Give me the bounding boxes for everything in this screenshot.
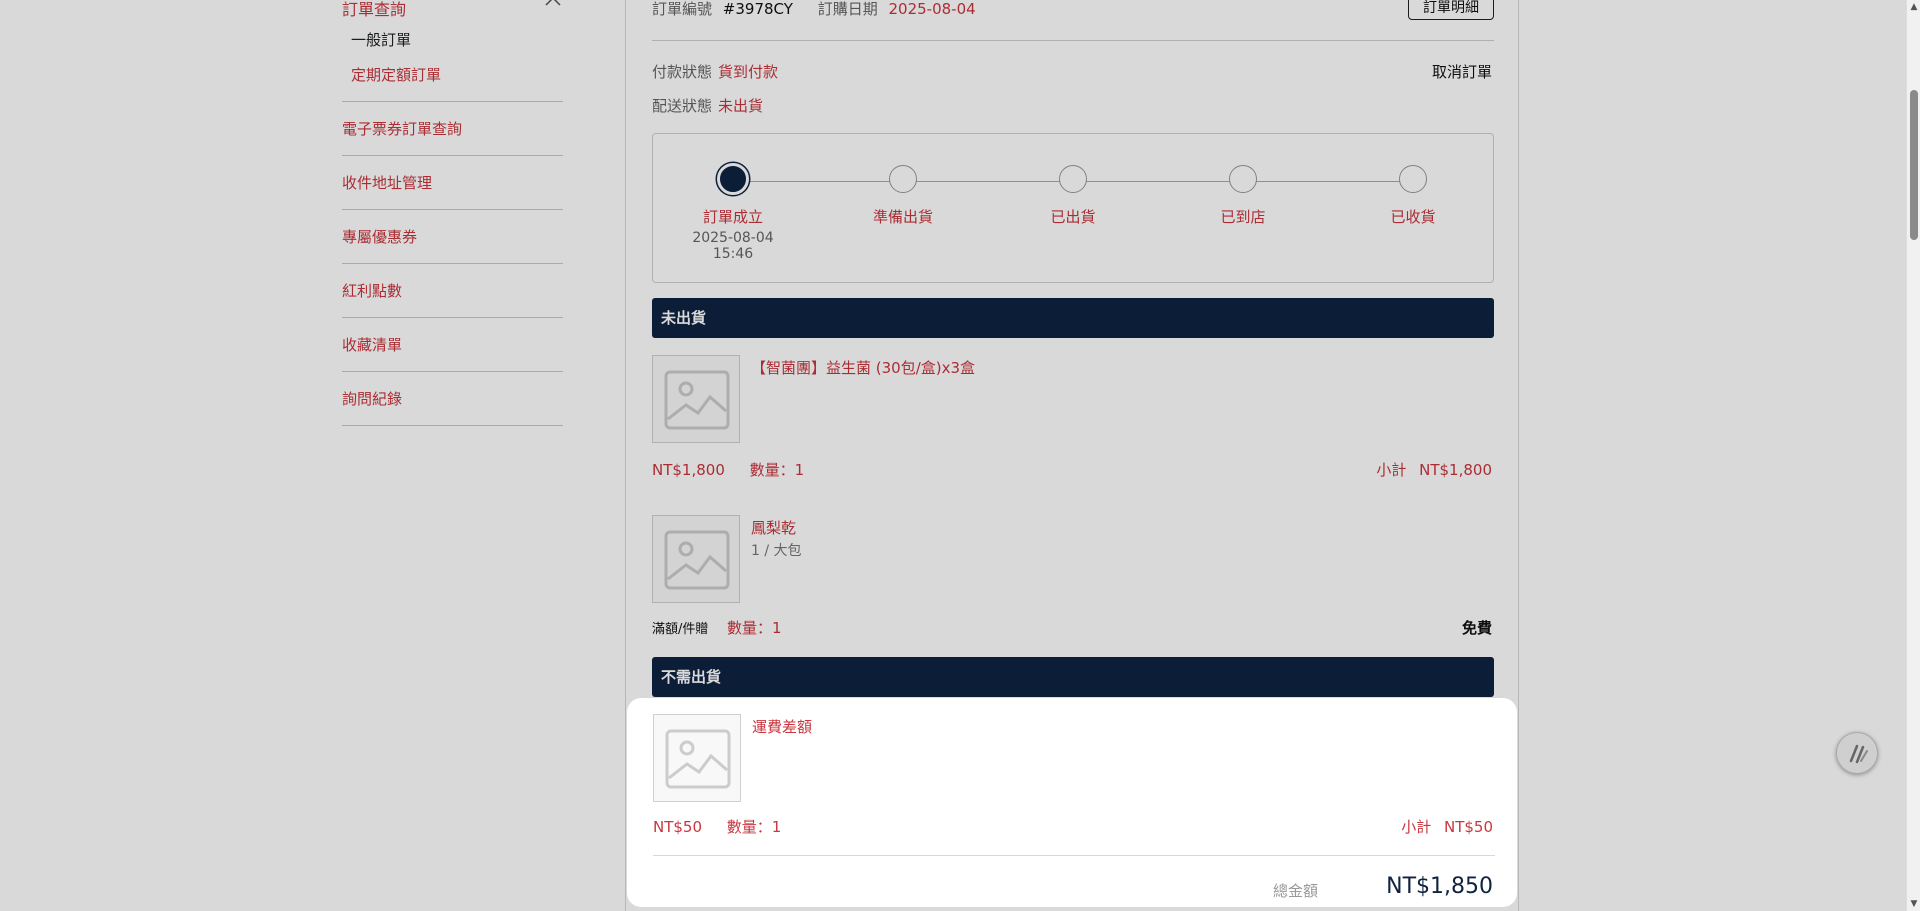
item-free-label: 免費	[1461, 619, 1492, 637]
item-qty: 數量：1	[726, 818, 782, 836]
progress-dot	[1229, 165, 1257, 193]
page-scrollbar[interactable]: ▲ ▼	[1906, 0, 1920, 911]
gift-tag: 滿額/件贈	[652, 622, 709, 637]
order-date: 2025-08-04	[888, 0, 976, 18]
progress-step-label: 準備出貨	[872, 208, 933, 226]
product-thumbnail[interactable]	[653, 714, 741, 802]
section-header-unshipped: 未出貨	[652, 298, 1494, 338]
progress-step-5: 已收貨	[1353, 165, 1473, 227]
order-number-label: 訂單編號	[652, 0, 713, 18]
order-info-row: 訂單編號 #3978CY 訂購日期 2025-08-04 訂單明細	[652, 0, 1494, 22]
shipping-status-label: 配送狀態	[652, 97, 713, 115]
progress-step-2: 準備出貨	[843, 165, 963, 227]
sidebar-header-label: 訂單查詢	[342, 0, 407, 19]
highlighted-item-card: 運費差額 NT$50 數量：1 小計 NT$50 總金額 NT$1,850	[629, 700, 1515, 905]
image-placeholder-icon	[664, 530, 730, 590]
progress-step-label: 已出貨	[1050, 208, 1096, 226]
progress-dot	[1059, 165, 1087, 193]
scroll-up-arrow-icon[interactable]: ▲	[1909, 2, 1919, 12]
progress-step-1: 訂單成立 2025-08-04 15:46	[673, 163, 793, 262]
sidebar-item-coupons[interactable]: 專屬優惠券	[342, 210, 563, 264]
item-price: NT$50	[653, 818, 703, 836]
order-number: #3978CY	[722, 0, 793, 18]
order-progress: 訂單成立 2025-08-04 15:46 準備出貨 已出貨 已到店 已收貨	[652, 133, 1494, 283]
divider	[652, 40, 1494, 41]
item-subtotal: 小計 NT$50	[1401, 816, 1493, 837]
item-name[interactable]: 【智菌團】益生菌 (30包/盒)x3盒	[751, 357, 975, 378]
image-placeholder-icon	[665, 729, 731, 789]
payment-status: 付款狀態 貨到付款	[652, 61, 778, 82]
chevron-up-icon[interactable]	[543, 0, 563, 12]
cancel-order-button[interactable]: 取消訂單	[1432, 61, 1492, 82]
progress-step-label: 訂單成立	[702, 208, 763, 226]
progress-dot	[889, 165, 917, 193]
progress-step-label: 已收貨	[1390, 208, 1436, 226]
sidebar-item-wishlist[interactable]: 收藏清單	[342, 318, 563, 372]
product-thumbnail[interactable]	[652, 355, 740, 443]
sidebar-item-address[interactable]: 收件地址管理	[342, 156, 563, 210]
sidebar-item-inquiries[interactable]: 詢問紀錄	[342, 372, 563, 426]
sidebar-sub-subscription-orders[interactable]: 定期定額訂單	[342, 65, 563, 85]
sidebar-item-eticket-orders[interactable]: 電子票券訂單查詢	[342, 102, 563, 156]
progress-step-time: 2025-08-04 15:46	[692, 230, 774, 262]
payment-status-label: 付款狀態	[652, 63, 713, 81]
progress-dot-active	[717, 163, 749, 195]
payment-status-value: 貨到付款	[718, 63, 779, 81]
sidebar-item-bonus-points[interactable]: 紅利點數	[342, 264, 563, 318]
product-thumbnail[interactable]	[652, 515, 740, 603]
progress-step-3: 已出貨	[1013, 165, 1133, 227]
subtotal-value: NT$50	[1443, 818, 1493, 836]
subtotal-label: 小計	[1376, 461, 1407, 479]
quill-icon	[1849, 744, 1868, 764]
subtotal-label: 小計	[1401, 818, 1432, 836]
item-spec: 1 / 大包	[751, 543, 802, 559]
scroll-thumb[interactable]	[1910, 90, 1918, 240]
progress-dot	[1399, 165, 1427, 193]
progress-step-label: 已到店	[1220, 208, 1266, 226]
shipping-status: 配送狀態 未出貨	[652, 95, 763, 116]
item-name[interactable]: 運費差額	[752, 716, 812, 737]
item-qty: 數量：1	[749, 461, 805, 479]
item-subtotal: 小計 NT$1,800	[1376, 459, 1492, 480]
total-amount: NT$1,850	[1386, 874, 1493, 899]
item-name[interactable]: 鳳梨乾	[751, 517, 796, 538]
total-label: 總金額	[1273, 882, 1319, 900]
item-qty: 數量：1	[727, 619, 782, 637]
floating-action-button[interactable]	[1836, 732, 1878, 774]
scroll-down-arrow-icon[interactable]: ▼	[1909, 899, 1919, 909]
order-detail-button[interactable]: 訂單明細	[1408, 0, 1494, 20]
shipping-status-value: 未出貨	[718, 97, 764, 115]
progress-step-4: 已到店	[1183, 165, 1303, 227]
subtotal-value: NT$1,800	[1419, 461, 1492, 479]
item-price-row: NT$1,800 數量：1	[652, 459, 804, 480]
sidebar-sub-general-orders[interactable]: 一般訂單	[342, 30, 563, 50]
divider	[653, 855, 1495, 856]
image-placeholder-icon	[664, 370, 730, 430]
item-price: NT$1,800	[652, 461, 725, 479]
section-header-no-shipping: 不需出貨	[652, 657, 1494, 697]
item-price-row: NT$50 數量：1	[653, 816, 781, 837]
order-date-label: 訂購日期	[817, 0, 878, 18]
sidebar: 訂單查詢 一般訂單 定期定額訂單 電子票券訂單查詢 收件地址管理 專屬優惠券 紅…	[342, 0, 563, 426]
sidebar-order-query[interactable]: 訂單查詢	[342, 0, 563, 19]
